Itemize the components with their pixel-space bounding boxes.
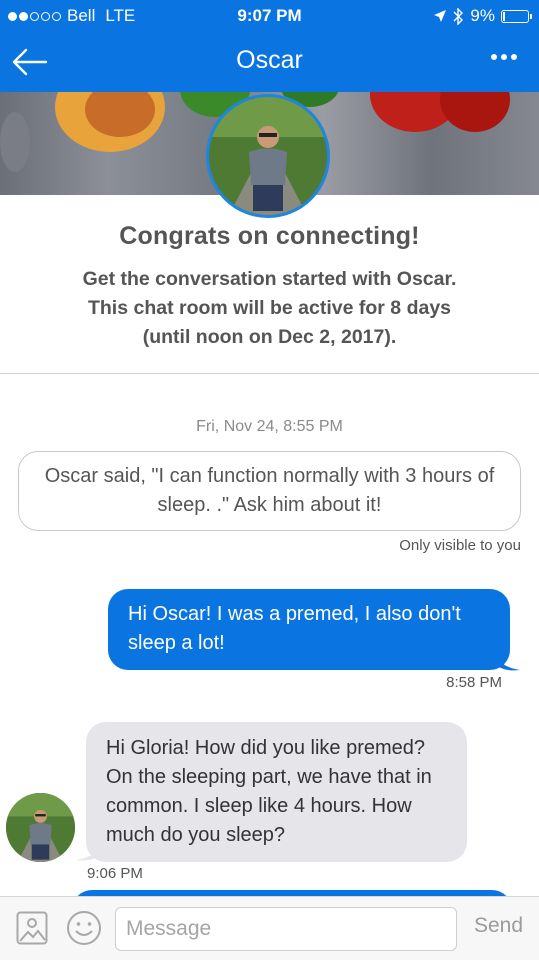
status-bar: Bell LTE 9:07 PM 9% [0, 0, 539, 32]
chat-title: Oscar [236, 46, 303, 74]
outgoing-message-bubble[interactable]: Hi Oscar! I was a premed, I also don't s… [108, 589, 510, 670]
welcome-line-3: (until noon on Dec 2, 2017). [142, 326, 397, 348]
system-message-bubble: Oscar said, "I can function normally wit… [18, 451, 521, 531]
battery-icon [501, 9, 532, 23]
message-input[interactable] [115, 907, 457, 951]
outgoing-message-time: 8:58 PM [446, 674, 502, 691]
welcome-heading: Congrats on connecting! [119, 222, 420, 250]
incoming-message-time: 9:06 PM [87, 865, 143, 882]
chat-timestamp: Fri, Nov 24, 8:55 PM [196, 418, 343, 435]
welcome-section: Congrats on connecting! Get the conversa… [0, 222, 539, 352]
bluetooth-icon [453, 7, 464, 25]
sender-photo [6, 793, 75, 862]
send-button[interactable]: Send [474, 914, 523, 938]
profile-photo [209, 97, 327, 215]
sender-avatar[interactable] [6, 793, 75, 862]
navigation-bar: Oscar [0, 32, 539, 92]
image-icon[interactable] [16, 911, 48, 945]
profile-avatar[interactable] [206, 94, 330, 218]
emoji-icon[interactable] [66, 910, 102, 946]
welcome-line-1: Get the conversation started with Oscar. [82, 268, 457, 290]
divider [0, 373, 539, 374]
incoming-message-text: Hi Gloria! How did you like premed? On t… [106, 737, 432, 846]
more-options-icon[interactable] [491, 54, 517, 60]
location-arrow-icon [434, 10, 447, 22]
outgoing-message-text: Hi Oscar! I was a premed, I also don't s… [128, 603, 461, 654]
battery-percent: 9% [470, 6, 495, 25]
incoming-message-bubble[interactable]: Hi Gloria! How did you like premed? On t… [86, 722, 467, 862]
visibility-note: Only visible to you [399, 537, 521, 554]
welcome-line-2: This chat room will be active for 8 days [87, 297, 452, 319]
message-composer: Send [0, 896, 539, 960]
system-message-text: Oscar said, "I can function normally wit… [44, 465, 495, 516]
welcome-description: Get the conversation started with Oscar.… [0, 265, 539, 352]
